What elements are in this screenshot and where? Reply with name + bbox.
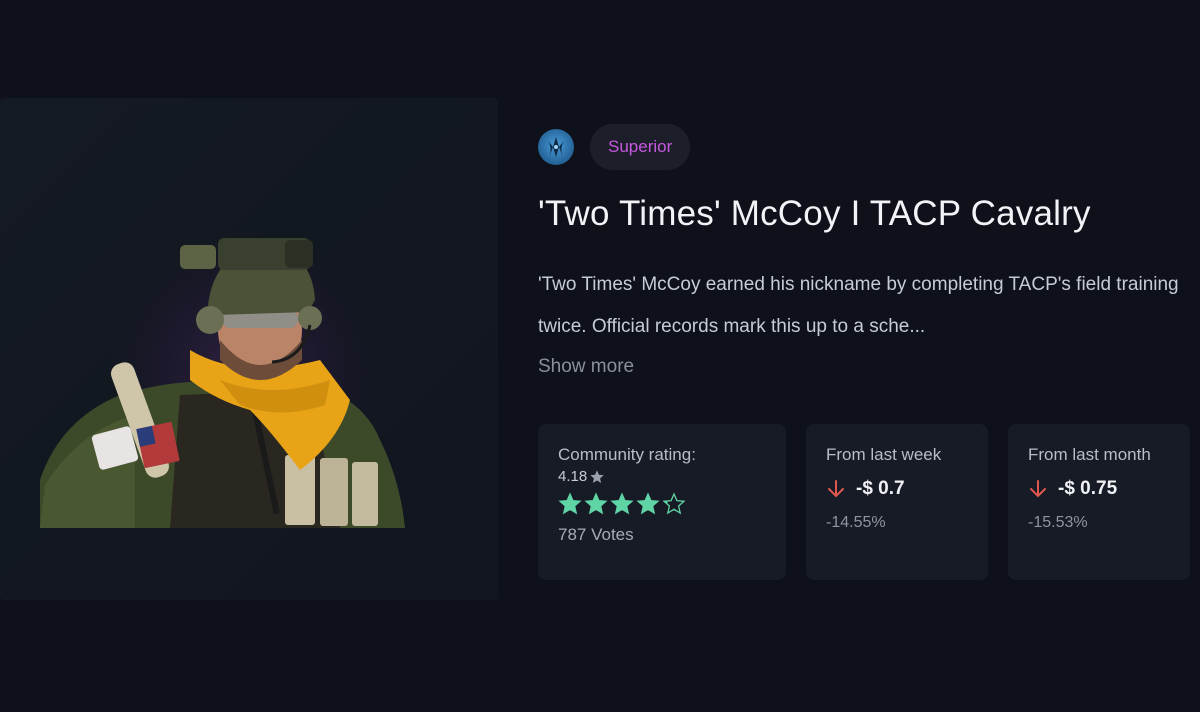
item-detail-page: Superior 'Two Times' McCoy I TACP Cavalr…: [0, 0, 1200, 712]
week-label: From last week: [826, 445, 942, 464]
week-change-percent: -14.55%: [826, 514, 886, 531]
month-label: From last month: [1028, 445, 1151, 464]
week-change-row: -$ 0.7: [826, 478, 968, 500]
week-change-value: -$ 0.7: [856, 478, 905, 499]
item-description: 'Two Times' McCoy earned his nickname by…: [538, 274, 1179, 337]
item-image-panel: [0, 98, 498, 600]
item-info: Superior 'Two Times' McCoy I TACP Cavalr…: [538, 124, 1200, 580]
badge-row: Superior: [538, 124, 1200, 170]
rating-label: Community rating:: [558, 445, 696, 464]
arrow-down-icon: [828, 480, 844, 498]
month-change-value: -$ 0.75: [1058, 478, 1118, 499]
month-change-percent: -15.53%: [1028, 514, 1088, 531]
community-rating-card: Community rating: 4.18 787 Votes: [538, 424, 786, 580]
arrow-down-icon: [1030, 480, 1046, 498]
rating-star-icon[interactable]: [584, 492, 608, 516]
rating-star-icon[interactable]: [662, 492, 686, 516]
rating-score-value: 4.18: [558, 468, 588, 485]
item-title: 'Two Times' McCoy I TACP Cavalry: [538, 194, 1091, 233]
rarity-badge: Superior: [590, 124, 691, 170]
rating-stars[interactable]: [558, 489, 766, 519]
rating-star-icon[interactable]: [610, 492, 634, 516]
rating-star-icon[interactable]: [636, 492, 660, 516]
rating-score: 4.18: [558, 468, 766, 485]
star-icon: [590, 469, 604, 483]
show-more-link[interactable]: Show more: [538, 352, 1200, 382]
rating-star-icon[interactable]: [558, 492, 582, 516]
stats-cards: Community rating: 4.18 787 Votes From la…: [538, 424, 1200, 580]
week-change-card: From last week -$ 0.7 -14.55%: [806, 424, 988, 580]
faction-emblem-icon: [538, 129, 574, 165]
votes-count: 787 Votes: [558, 525, 634, 544]
month-change-card: From last month -$ 0.75 -15.53%: [1008, 424, 1190, 580]
month-change-row: -$ 0.75: [1028, 478, 1170, 500]
agent-portrait-image: [40, 238, 405, 528]
